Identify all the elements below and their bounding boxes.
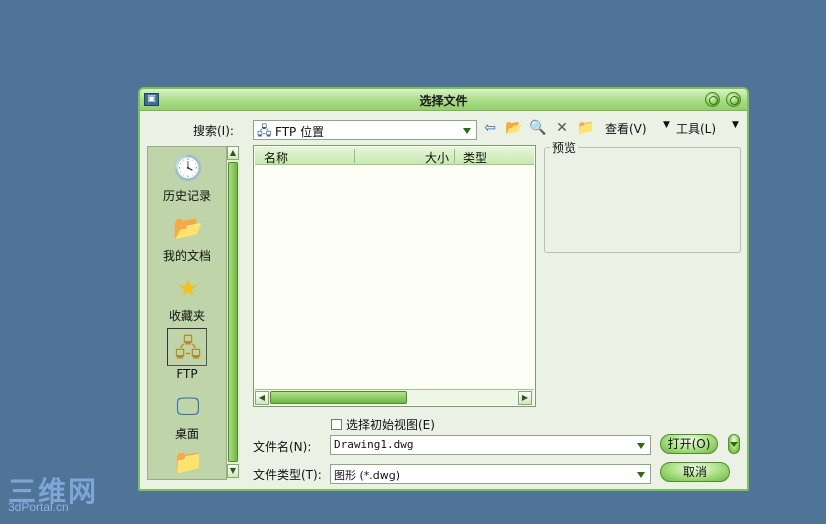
dialog-title: 选择文件 xyxy=(419,94,468,108)
filename-value: Drawing1.dwg xyxy=(334,438,414,451)
chevron-down-icon[interactable] xyxy=(634,438,648,452)
place-label: 历史记录 xyxy=(162,189,211,203)
place-ftp[interactable]: 🖧 FTP xyxy=(152,331,222,389)
column-name[interactable]: 名称 xyxy=(264,149,288,166)
place-label: 收藏夹 xyxy=(168,309,205,323)
desktop-icon: 🖵 xyxy=(176,392,200,420)
view-menu[interactable]: 查看(V) xyxy=(605,120,647,137)
search-web-icon[interactable]: 🔍 xyxy=(529,119,547,137)
delete-icon[interactable]: ✕ xyxy=(553,119,571,137)
place-label: FTP xyxy=(176,367,198,381)
open-button[interactable]: 打开(O) xyxy=(660,434,718,454)
preview-label: 预览 xyxy=(550,139,579,156)
place-label: 桌面 xyxy=(174,427,199,441)
column-divider[interactable] xyxy=(354,149,355,163)
preview-box xyxy=(544,147,741,253)
cancel-button[interactable]: 取消 xyxy=(660,462,730,482)
place-desktop[interactable]: 🖵 桌面 xyxy=(152,389,222,447)
tools-menu[interactable]: 工具(L) xyxy=(676,120,716,137)
up-folder-icon[interactable]: 📂 xyxy=(505,119,523,137)
folder-icon: 📁 xyxy=(173,448,203,475)
chevron-down-icon xyxy=(730,442,738,447)
file-list[interactable]: 名称 大小 类型 ◀ ▶ xyxy=(253,145,536,407)
place-history[interactable]: 🕓 历史记录 xyxy=(152,151,222,209)
open-options-button[interactable] xyxy=(728,434,740,454)
filetype-value: 图形 (*.dwg) xyxy=(334,469,401,482)
place-label: 我的文档 xyxy=(162,249,211,263)
minimize-icon[interactable] xyxy=(705,92,720,107)
scroll-left-icon[interactable]: ◀ xyxy=(255,391,269,405)
chevron-down-icon[interactable] xyxy=(460,123,474,137)
column-size[interactable]: 大小 xyxy=(425,149,449,166)
filetype-select[interactable]: 图形 (*.dwg) xyxy=(330,464,651,484)
places-scrollbar[interactable]: ▲ ▼ xyxy=(226,146,240,480)
filetype-label: 文件类型(T): xyxy=(253,468,322,482)
search-location-value: FTP 位置 xyxy=(275,125,325,139)
scroll-right-icon[interactable]: ▶ xyxy=(518,391,532,405)
favorites-icon: ★ xyxy=(177,274,199,302)
scroll-down-icon[interactable]: ▼ xyxy=(227,464,239,478)
initial-view-label: 选择初始视图(E) xyxy=(346,418,435,432)
ftp-icon: 🖧 xyxy=(174,334,202,362)
search-location-combo[interactable]: 🖧 FTP 位置 xyxy=(253,120,477,140)
initial-view-checkbox[interactable] xyxy=(331,419,342,430)
my-documents-icon: 📂 xyxy=(173,214,203,242)
close-icon[interactable] xyxy=(726,92,741,107)
file-list-header: 名称 大小 类型 xyxy=(255,147,534,165)
chevron-down-icon[interactable]: ▼ xyxy=(663,120,670,130)
column-divider[interactable] xyxy=(454,149,455,163)
chevron-down-icon[interactable]: ▼ xyxy=(732,120,739,130)
filename-input[interactable]: Drawing1.dwg xyxy=(330,435,651,455)
file-list-hscrollbar[interactable]: ◀ ▶ xyxy=(255,389,534,405)
back-icon[interactable]: ⇦ xyxy=(481,119,499,137)
scroll-up-icon[interactable]: ▲ xyxy=(227,146,239,160)
history-icon: 🕓 xyxy=(173,154,203,182)
column-type[interactable]: 类型 xyxy=(463,149,487,166)
hscroll-thumb[interactable] xyxy=(270,391,407,404)
chevron-down-icon[interactable] xyxy=(634,467,648,481)
select-file-dialog: ▣ 选择文件 搜索(I): 🖧 FTP 位置 ⇦ 📂 🔍 ✕ 📁 查看(V) ▼… xyxy=(138,87,749,491)
filename-label: 文件名(N): xyxy=(253,440,312,454)
new-folder-icon[interactable]: 📁 xyxy=(577,119,595,137)
place-my-documents[interactable]: 📂 我的文档 xyxy=(152,211,222,269)
place-favorites[interactable]: ★ 收藏夹 xyxy=(152,271,222,329)
search-label: 搜索(I): xyxy=(193,124,234,138)
ftp-location-icon: 🖧 xyxy=(257,124,272,139)
places-scroll-thumb[interactable] xyxy=(228,162,238,462)
watermark-url: 3dPortal.cn xyxy=(8,500,69,514)
title-bar[interactable]: ▣ 选择文件 xyxy=(140,89,747,111)
place-more[interactable]: 📁 xyxy=(152,445,222,475)
